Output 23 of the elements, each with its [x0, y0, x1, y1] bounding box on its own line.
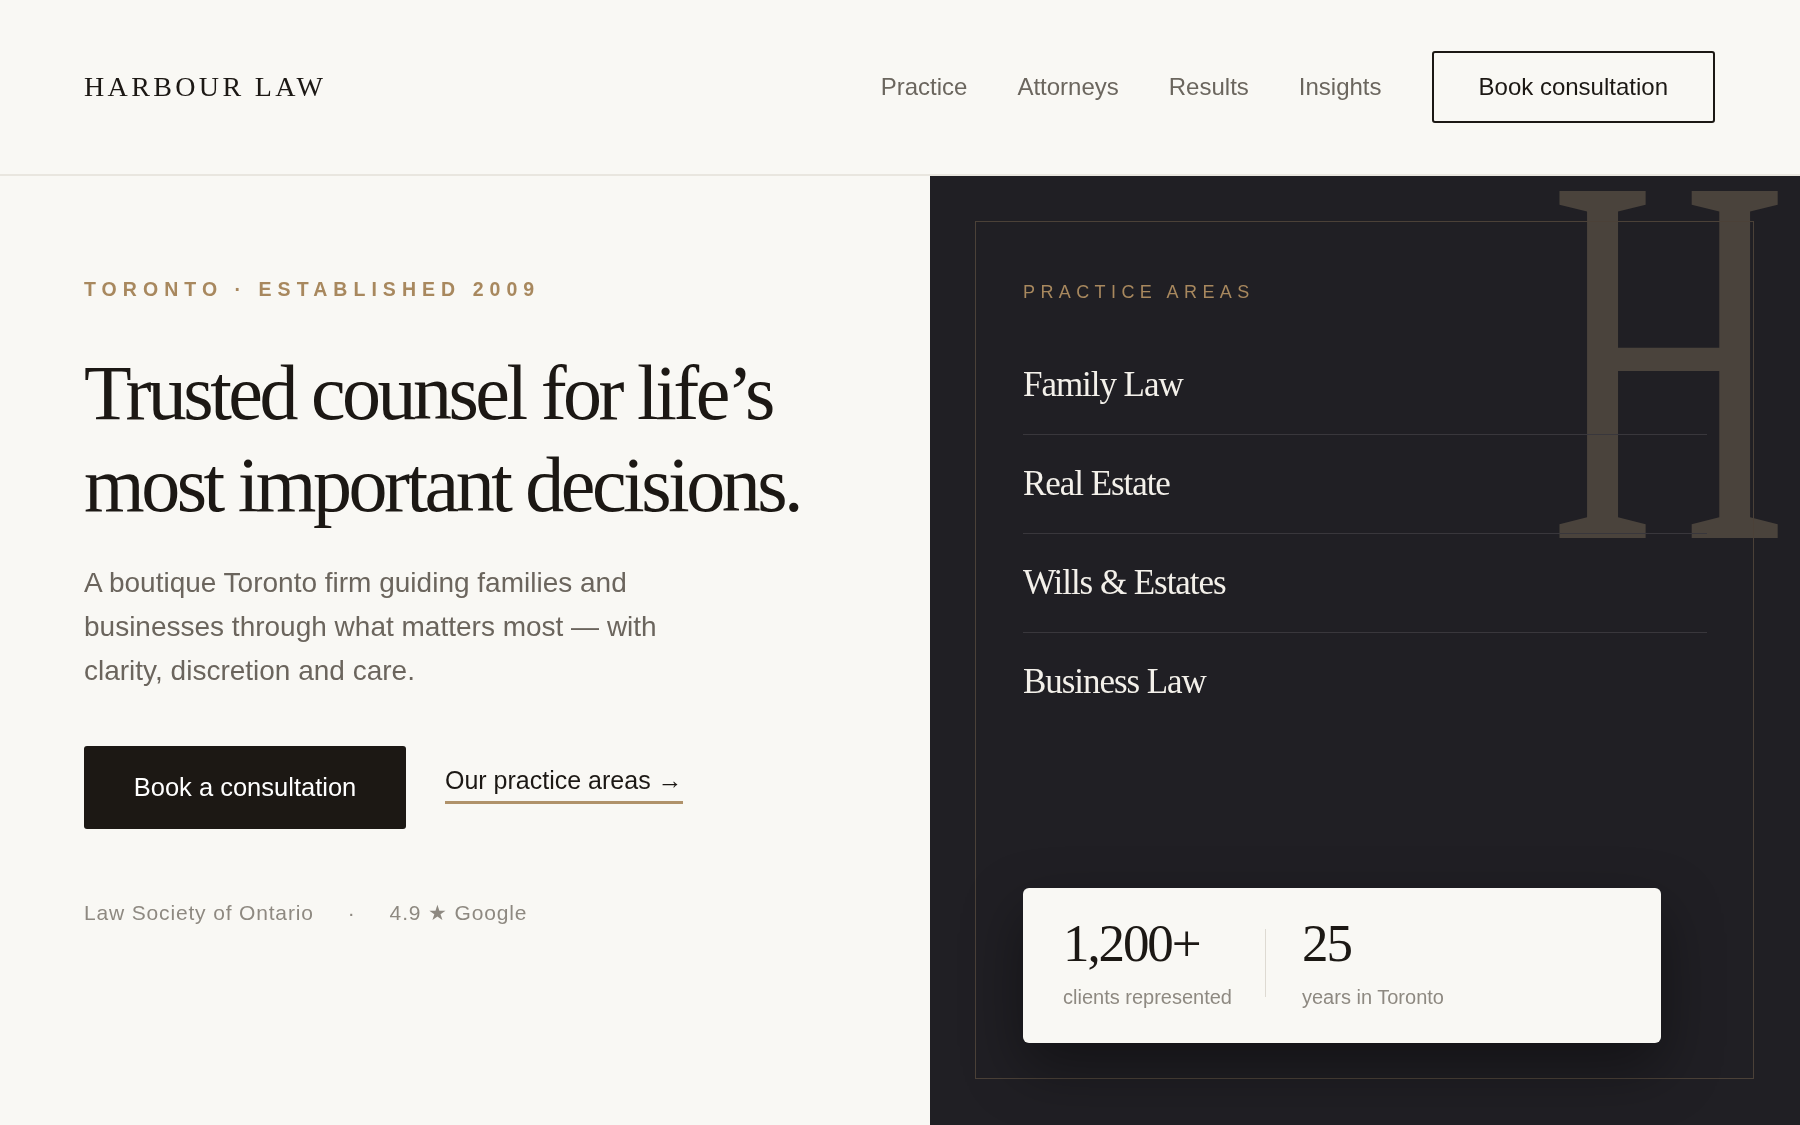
stat-label: clients represented [1063, 985, 1232, 1009]
practice-areas-link[interactable]: Our practice areas → [445, 765, 683, 804]
practice-area-link[interactable]: Real Estate [1023, 464, 1170, 503]
practice-area-link[interactable]: Family Law [1023, 365, 1183, 404]
practice-area-link[interactable]: Wills & Estates [1023, 563, 1226, 602]
book-consultation-button[interactable]: Book consultation [1431, 51, 1715, 123]
logo[interactable]: HARBOUR LAW [84, 73, 327, 101]
stat-value: 25 [1302, 917, 1351, 969]
eyebrow-text: TORONTO · ESTABLISHED 2009 [84, 280, 542, 299]
intro-paragraph: A boutique Toronto firm guiding families and businesses through what matters most — with clarity, discretion and care. [84, 566, 658, 688]
stat-label: years in Toronto [1302, 985, 1444, 1009]
nav-link[interactable]: Practice [880, 72, 968, 102]
trust-text: Law Society of Ontario [84, 901, 314, 925]
nav-link[interactable]: Results [1168, 72, 1249, 102]
nav-link[interactable]: Insights [1298, 72, 1382, 102]
practice-area-link[interactable]: Business Law [1023, 662, 1206, 701]
separator-dot: · [347, 901, 356, 925]
section-label: PRACTICE AREAS [1023, 282, 1256, 302]
stat-value: 1,200+ [1063, 917, 1200, 969]
nav-link[interactable]: Attorneys [1017, 72, 1119, 102]
trust-text: 4.9 ★ Google [389, 901, 528, 925]
headline: Trusted counsel for life’s most important decisions. [84, 348, 802, 530]
book-consultation-button[interactable]: Book a consultation [84, 746, 406, 829]
